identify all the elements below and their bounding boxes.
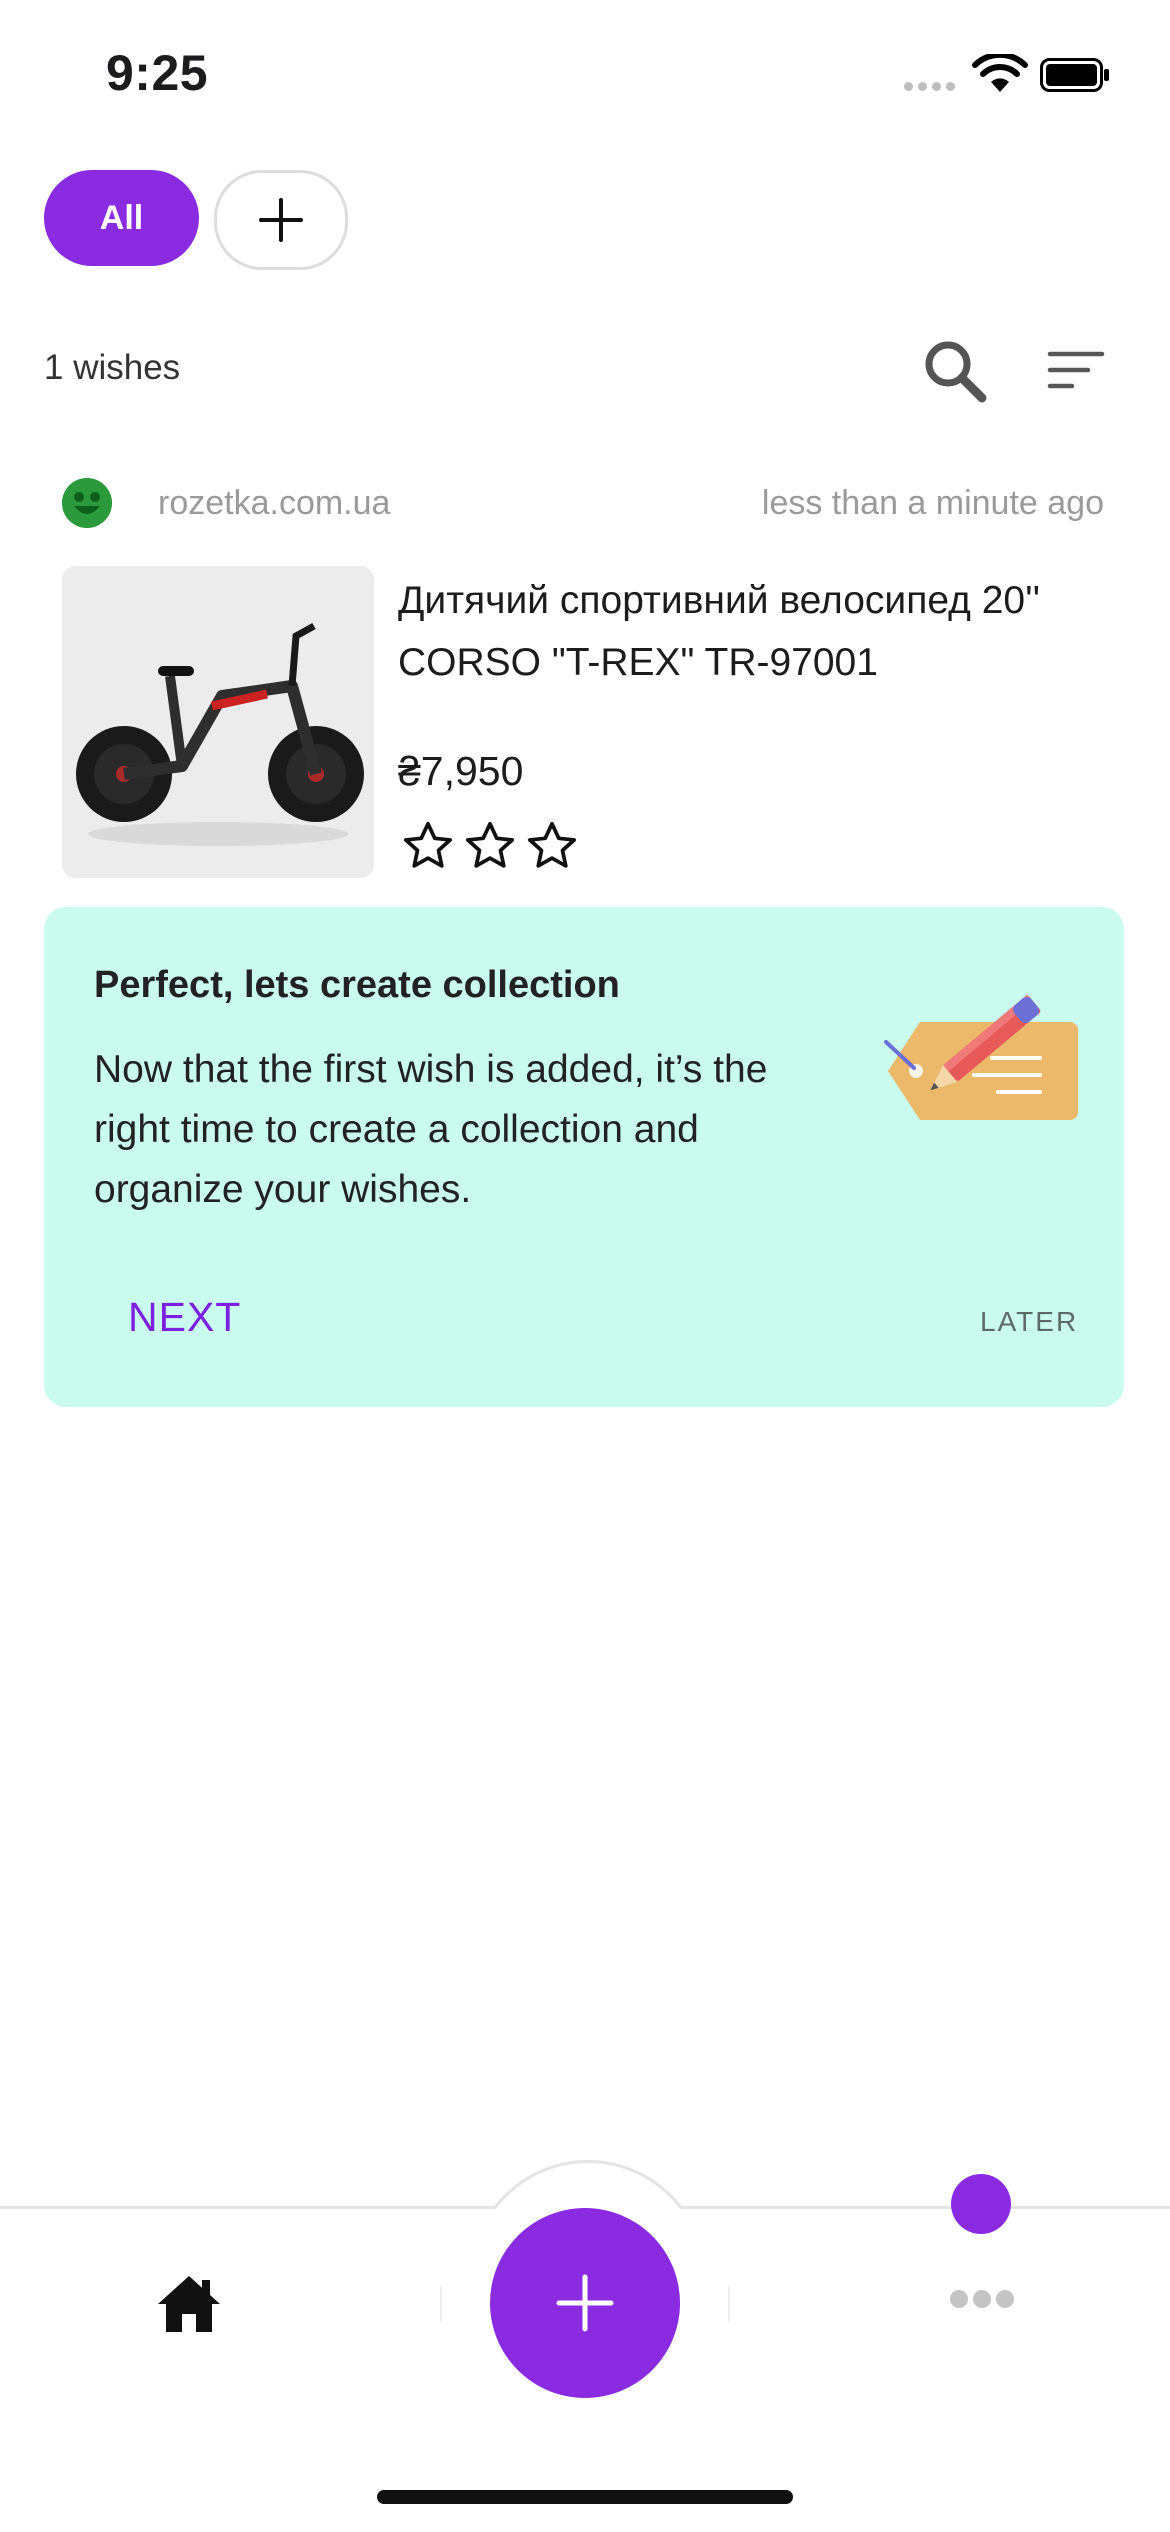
search-icon[interactable]: [922, 338, 988, 404]
home-indicator: [377, 2490, 793, 2504]
store-favicon: [62, 478, 112, 528]
onboarding-text: Now that the first wish is added, it’s t…: [94, 1048, 768, 1211]
tag-pencil-illustration-icon: [884, 994, 1078, 1120]
next-button[interactable]: NEXT: [128, 1294, 241, 1341]
tab-separator: [440, 2286, 442, 2322]
star-outline-icon[interactable]: [524, 818, 580, 874]
plus-icon: [259, 198, 303, 242]
more-icon[interactable]: [950, 2290, 1014, 2314]
product-image[interactable]: [62, 566, 374, 878]
later-button[interactable]: LATER: [980, 1306, 1078, 1338]
star-outline-icon[interactable]: [400, 818, 456, 874]
add-wish-button[interactable]: [490, 2208, 680, 2398]
wish-rating[interactable]: [400, 818, 580, 874]
add-collection-button[interactable]: [214, 170, 348, 270]
star-outline-icon[interactable]: [462, 818, 518, 874]
home-icon[interactable]: [156, 2272, 222, 2334]
sort-icon[interactable]: [1046, 348, 1106, 392]
wifi-icon: [972, 54, 1028, 92]
store-domain: rozetka.com.ua: [158, 484, 391, 522]
cellular-signal-icon: [904, 78, 960, 92]
status-time: 9:25: [106, 45, 209, 101]
filter-chip-all[interactable]: All: [44, 170, 199, 266]
notification-badge: [951, 2174, 1011, 2234]
plus-icon: [556, 2274, 614, 2332]
wish-price: ₴7,950: [398, 748, 524, 794]
added-time: less than a minute ago: [761, 484, 1104, 522]
wish-title[interactable]: Дитячий спортивний велосипед 20'' CORSO …: [398, 570, 1098, 694]
wish-count: 1 wishes: [44, 348, 181, 387]
battery-icon: [1040, 58, 1109, 92]
tab-separator: [728, 2286, 730, 2322]
onboarding-title: Perfect, lets create collection: [94, 964, 620, 1006]
